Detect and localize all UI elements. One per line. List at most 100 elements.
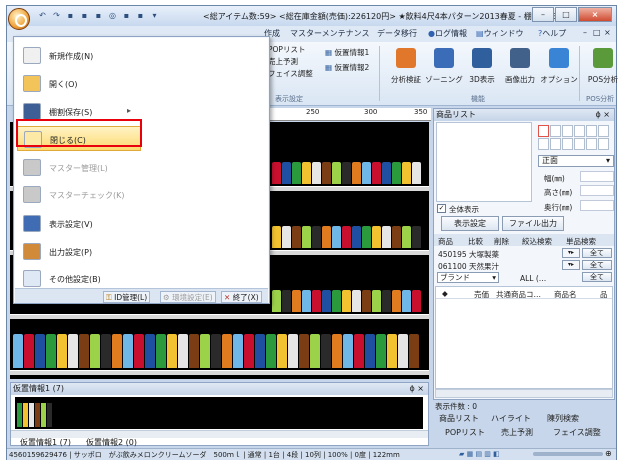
product-facing[interactable] [392,226,401,248]
pin-close-icon[interactable]: ɸ × [595,109,610,121]
face-cell[interactable] [586,125,597,137]
exit-button[interactable]: ✕ 終了(X) [221,291,262,303]
tab-temp-info2[interactable]: 仮置情報2 (0) [86,437,137,448]
mdi-restore[interactable]: □ [593,28,601,37]
product-facing[interactable] [372,226,381,248]
column-header[interactable]: 商品名 [554,289,577,300]
pos-analysis-button[interactable]: POS分析 [584,46,620,90]
menu-master-maintenance[interactable]: マスターメンテナンス [290,28,370,39]
maximize-button[interactable]: □ [555,7,577,22]
file-export-button[interactable]: ファイル出力 [502,216,564,231]
face-cell[interactable] [574,125,585,137]
temp-info2-button[interactable]: ▦ 仮置情報2 [325,62,369,73]
tab-filter-search[interactable]: 絞込検索 [522,236,552,247]
quick-access-button[interactable]: ▾ [149,10,160,21]
depth-field[interactable] [580,200,614,211]
product-facing[interactable] [211,334,221,368]
menu-data-migration[interactable]: データ移行 [377,28,417,39]
product-facing[interactable] [372,290,381,312]
column-header[interactable]: 品 [600,289,608,300]
product-facing[interactable] [412,162,421,184]
tab-temp-info1[interactable]: 仮置情報1 (7) [20,437,71,448]
tab-display-search[interactable]: 陳列検索 [547,413,579,424]
product-facing[interactable] [134,334,144,368]
table-hscrollbar[interactable] [435,389,613,398]
menu-display-settings[interactable]: 表示設定(V) [17,211,265,236]
column-header[interactable]: ◆ [442,289,448,298]
3d-view-button[interactable]: 3D表示 [463,46,501,90]
product-facing[interactable] [222,334,232,368]
filter-1-spin[interactable]: ▾▸ [562,248,580,258]
product-facing[interactable] [382,226,391,248]
product-facing[interactable] [343,334,353,368]
temp-product[interactable] [41,403,46,427]
menu-help[interactable]: ?ヘルプ [538,28,566,39]
product-facing[interactable] [321,334,331,368]
product-facing[interactable] [376,334,386,368]
quick-access-button[interactable]: ▪ [65,10,76,21]
product-facing[interactable] [46,334,56,368]
menu-output-settings[interactable]: 出力設定(P) [17,239,265,264]
face-cell[interactable] [574,138,585,150]
height-field[interactable] [580,185,614,196]
mdi-close[interactable]: × [604,28,611,37]
face-cell[interactable] [562,138,573,150]
product-facing[interactable] [292,162,301,184]
product-facing[interactable] [392,290,401,312]
temp-product[interactable] [23,403,28,427]
zoning-button[interactable]: ゾーニング [425,46,463,90]
product-facing[interactable] [362,290,371,312]
product-facing[interactable] [35,334,45,368]
product-facing[interactable] [302,226,311,248]
product-facing[interactable] [362,162,371,184]
product-facing[interactable] [352,290,361,312]
product-facing[interactable] [292,290,301,312]
filter-1-all[interactable]: 全て [582,248,612,258]
product-facing[interactable] [402,226,411,248]
tab-product-list[interactable]: 商品リスト [439,413,479,424]
product-facing[interactable] [57,334,67,368]
product-facing[interactable] [387,334,397,368]
quick-access-button[interactable]: ▪ [135,10,146,21]
product-facing[interactable] [322,162,331,184]
tab-face-adjust[interactable]: フェイス調整 [553,427,601,438]
product-facing[interactable] [277,334,287,368]
tab-item-search[interactable]: 単品検索 [566,236,596,247]
quick-access-button[interactable]: ↶ [37,10,48,21]
product-facing[interactable] [412,226,421,248]
product-facing[interactable] [402,290,411,312]
face-cell[interactable] [538,138,549,150]
brand-select[interactable]: ブランド ▾ [437,272,499,283]
product-facing[interactable] [282,226,291,248]
menu-open[interactable]: 開く(O) [17,71,265,96]
product-facing[interactable] [145,334,155,368]
options-button[interactable]: オプション [540,46,578,90]
product-facing[interactable] [90,334,100,368]
menu-window[interactable]: ▤ウィンドウ [476,28,524,39]
tab-product[interactable]: 商品 [438,236,453,247]
product-facing[interactable] [398,334,408,368]
product-facing[interactable] [312,226,321,248]
product-facing[interactable] [310,334,320,368]
product-facing[interactable] [302,162,311,184]
quick-access-button[interactable]: ▪ [93,10,104,21]
face-adjust-button[interactable]: フェイス調整 [268,68,313,79]
product-facing[interactable] [342,290,351,312]
product-facing[interactable] [322,226,331,248]
product-facing[interactable] [167,334,177,368]
tab-pop-list[interactable]: POPリスト [445,427,485,438]
zoom-slider[interactable] [533,452,603,456]
product-facing[interactable] [178,334,188,368]
product-facing[interactable] [412,290,421,312]
product-facing[interactable] [402,162,411,184]
product-facing[interactable] [322,290,331,312]
product-facing[interactable] [354,334,364,368]
view-mode-icons[interactable]: ▰ ▦ ▤ ▥ ◧ [459,450,500,458]
temp-product[interactable] [47,403,52,427]
product-facing[interactable] [299,334,309,368]
filter-2-all[interactable]: 全て [582,260,612,270]
zoom-in-icon[interactable]: ⊕ [605,449,612,458]
product-facing[interactable] [352,162,361,184]
temp-info-strip[interactable] [15,397,423,429]
quick-access-button[interactable]: ↷ [51,10,62,21]
